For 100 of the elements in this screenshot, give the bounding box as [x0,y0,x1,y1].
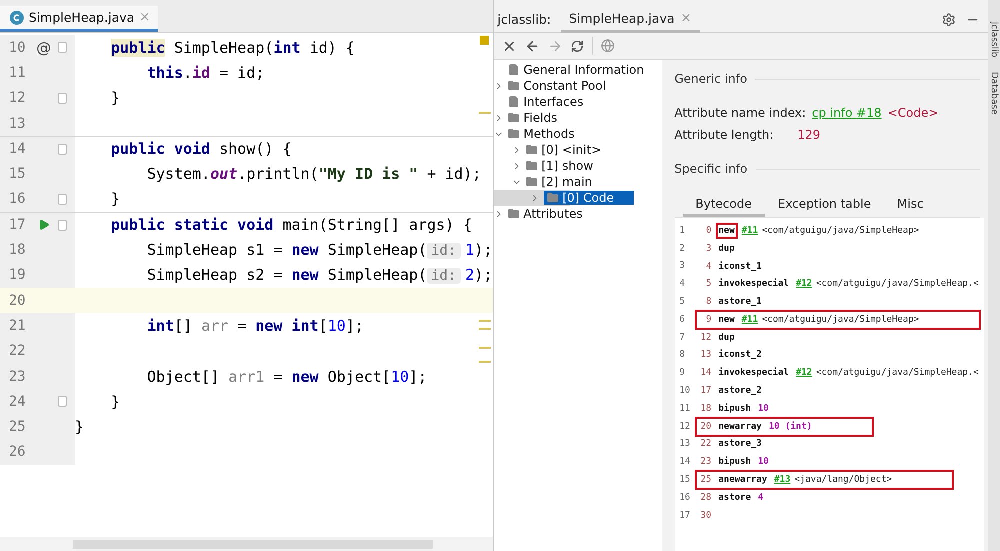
bytecode-offset: 23 [700,457,712,468]
code-line: } [110,190,120,208]
line-number: 23 [8,368,27,384]
line-number: 7 [678,332,686,343]
tree-item[interactable]: Methods [508,127,578,141]
opcode: bipush [718,456,752,470]
folder-icon [526,144,538,156]
code-line: } [110,89,120,108]
file-icon [508,64,520,76]
section-title: Specific info [674,162,748,176]
line-number: 11 [8,64,27,81]
folder-icon [508,80,520,92]
bytecode-offset: 30 [700,510,712,521]
tab[interactable]: Exception table [764,194,884,217]
tree-item[interactable]: [2] main [526,175,596,189]
bytecode-offset: 20 [700,422,712,432]
opcode: new [718,314,736,327]
attribute-length: 129 [798,128,821,142]
bytecode-offset: 9 [705,314,712,325]
line-number: 22 [8,343,27,360]
line-number: 14 [8,141,27,158]
bytecode-offset: 28 [700,492,712,503]
code-line: System.out.println("My ID is " + id); [146,165,482,184]
opcode: astore_2 [718,385,763,398]
line-number: 15 [678,475,692,486]
folder-icon [526,176,538,188]
bytecode-offset: 13 [700,350,712,360]
opcode: dup [718,332,736,345]
attribute-name: <Code> [888,106,939,120]
run-icon[interactable] [38,219,50,232]
tree-item[interactable]: [0] <init> [526,143,605,157]
operand: <com/atguigu/java/SimpleHeap.< [816,368,979,378]
operand: <java/lang/Object> [794,475,892,486]
folder-icon [508,128,520,140]
settings-icon[interactable] [942,12,956,26]
globe-icon[interactable] [600,39,615,53]
folder-icon [546,192,559,204]
folder-icon [508,112,520,124]
bytecode-offset: 14 [700,368,712,378]
line-number: 15 [8,166,27,182]
opcode: astore_3 [718,438,763,452]
line-number: 2 [678,244,686,254]
folder-icon [526,160,538,172]
code-line: this.id = id; [146,64,265,82]
bytecode-offset: 18 [700,404,712,414]
tree-item[interactable]: Attributes [508,207,586,221]
opcode: iconst_2 [718,348,763,362]
field-label: Attribute name index: [674,106,806,120]
line-number: 13 [678,439,692,450]
field-label: Attribute length: [674,128,775,142]
line-number: 13 [8,116,27,132]
bytecode-offset: 25 [700,475,712,486]
tab[interactable]: Misc [884,194,937,217]
line-number: 17 [678,510,692,521]
line-number: 16 [678,492,692,503]
opcode: invokespecial [718,278,790,292]
line-number: 10 [8,40,27,56]
class-file-icon [10,10,24,24]
bytecode-offset: 22 [700,439,712,450]
code-line: public SimpleHeap(int id) { [110,38,355,57]
line-number: 4 [678,279,686,290]
tool-window-button[interactable]: Database [988,72,1000,115]
line-number: 19 [8,267,27,284]
code-line: int[] arr = new int[10]; [146,316,364,335]
file-tab[interactable]: SimpleHeap.java × [561,6,700,32]
error-stripe-mark [478,361,491,363]
operand: 10 [758,457,769,468]
tree-item[interactable]: [0] Code [544,191,634,205]
line-number: 8 [678,350,686,360]
opcode: iconst_1 [718,260,763,274]
operand: <com/atguigu/java/SimpleHeap> [762,314,920,325]
editor-tab[interactable]: SimpleHeap.java × [0,6,158,32]
line-number: 1 [678,226,686,236]
line-number: 18 [8,242,27,258]
line-number: 12 [8,90,27,106]
bytecode-offset: 3 [705,244,712,254]
tool-window-button[interactable]: jclasslib [988,22,1000,58]
code-line: } [110,392,120,411]
opcode: astore_1 [718,296,763,310]
error-stripe-mark [478,328,491,330]
bytecode-offset: 17 [700,386,712,396]
bytecode-offset: 12 [700,332,712,343]
opcode: newarray [718,420,763,434]
line-number: 5 [678,297,686,308]
operand: <com/atguigu/java/SimpleHeap> [762,226,920,236]
operand: 10 [758,404,769,414]
tree-item[interactable]: General Information [508,63,648,77]
tree-item[interactable]: Fields [508,111,561,125]
panel-label: jclasslib: [498,12,552,27]
error-stripe-mark [478,320,491,322]
line-number: 20 [8,292,27,309]
tree-item[interactable]: [1] show [526,159,596,173]
bytecode-offset: 8 [705,297,712,308]
line-number: 16 [8,191,27,208]
line-number: 17 [8,217,27,234]
error-stripe-mark [478,112,491,114]
tree-item[interactable]: Constant Pool [508,79,610,93]
file-icon [508,96,520,108]
refresh-icon[interactable] [570,40,584,52]
tree-item[interactable]: Interfaces [508,95,587,109]
